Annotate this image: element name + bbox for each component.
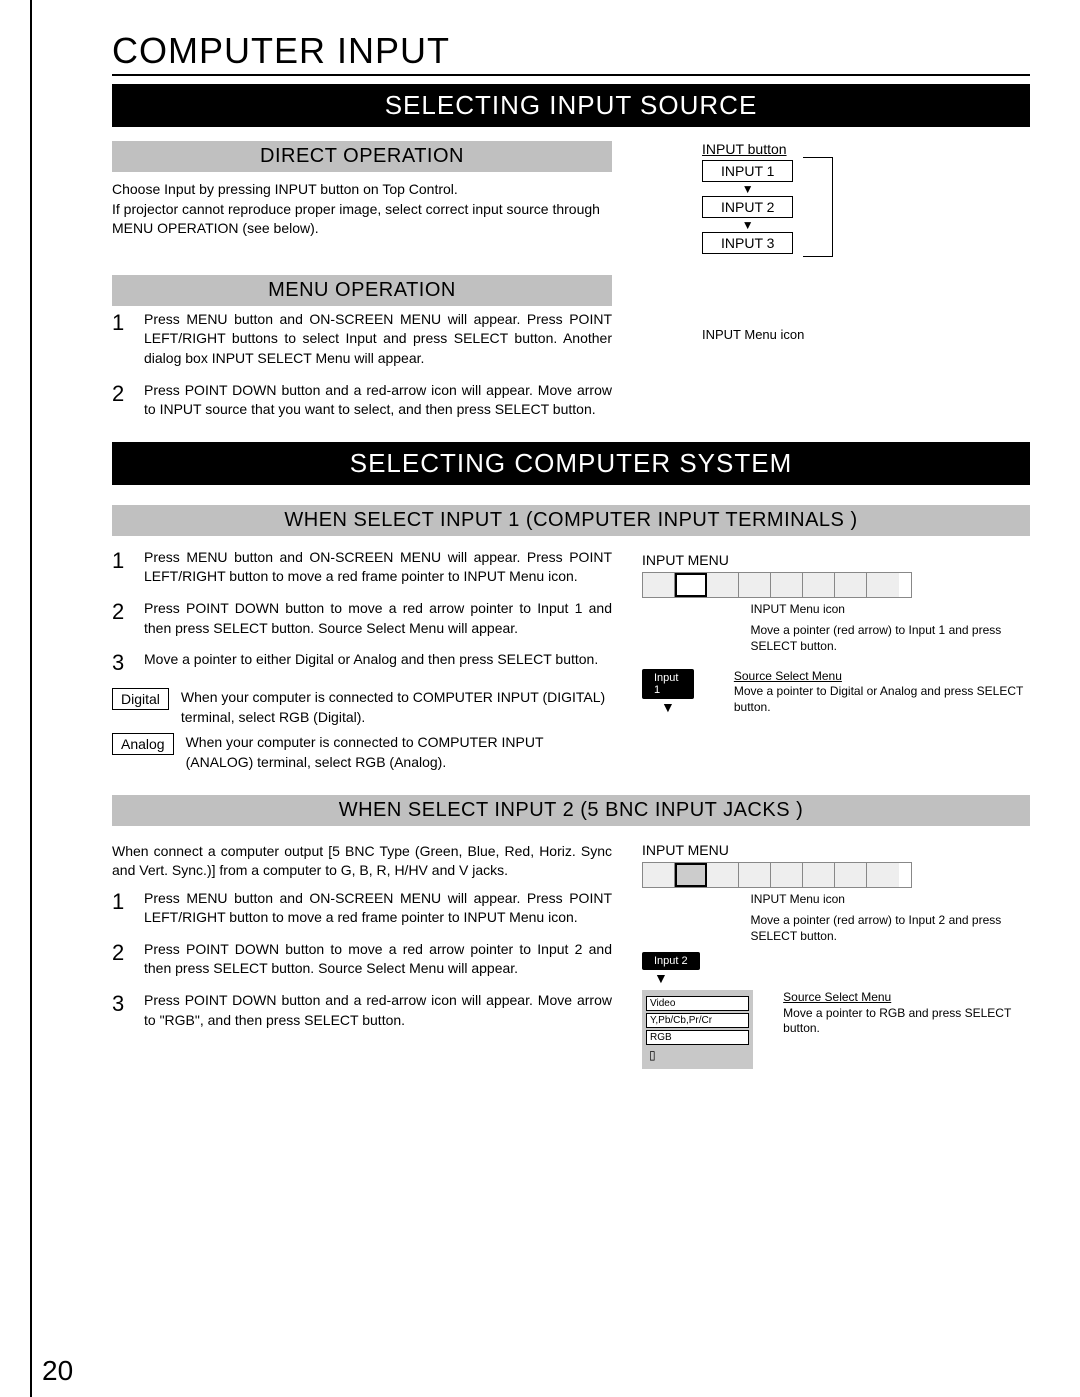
option-digital-text: When your computer is connected to COMPU…: [181, 688, 612, 727]
section-selecting-computer-system: SELECTING COMPUTER SYSTEM: [112, 442, 1030, 485]
step-2: 2Press POINT DOWN button and a red-arrow…: [112, 381, 612, 420]
source-select-note: Move a pointer to RGB and press SELECT b…: [783, 1006, 1030, 1037]
submenu-item: Video: [646, 996, 749, 1011]
input-1-box: INPUT 1: [702, 160, 793, 182]
direct-operation-col: DIRECT OPERATION Choose Input by pressin…: [112, 141, 612, 432]
input2-intro: When connect a computer output [5 BNC Ty…: [112, 842, 612, 881]
option-analog-label: Analog: [112, 733, 174, 755]
chevron-down-icon: ▼: [654, 970, 1030, 986]
input2-steps: 1Press MENU button and ON-SCREEN MENU wi…: [112, 889, 612, 1031]
step-2: 2Press POINT DOWN button to move a red a…: [112, 599, 612, 638]
input2-diagram: INPUT MENU INPUT Menu icon Move a pointe…: [642, 842, 1030, 1070]
source-select-menu-label: Source Select Menu: [734, 669, 1030, 685]
pointer-note: Move a pointer (red arrow) to Input 2 an…: [750, 913, 1030, 944]
input2-steps-col: When connect a computer output [5 BNC Ty…: [112, 834, 612, 1070]
input-2-box: INPUT 2: [702, 196, 793, 218]
submenu-item: Y,Pb/Cb,Pr/Cr: [646, 1013, 749, 1028]
chevron-down-icon: ▼: [742, 185, 754, 193]
step-3: 3Move a pointer to either Digital or Ana…: [112, 650, 612, 676]
source-select-submenu: Video Y,Pb/Cb,Pr/Cr RGB ▯: [642, 990, 753, 1069]
heading-menu-operation: MENU OPERATION: [112, 275, 612, 306]
step-1: 1Press MENU button and ON-SCREEN MENU wi…: [112, 310, 612, 369]
submenu-item: RGB: [646, 1030, 749, 1045]
input2-tab: Input 2: [642, 952, 700, 970]
menu-bar: [642, 862, 912, 888]
input-menu-icon-caption: INPUT Menu icon: [702, 327, 1030, 342]
option-analog-text: When your computer is connected to COMPU…: [186, 733, 612, 772]
cycle-bracket: [803, 157, 833, 257]
step-2: 2Press POINT DOWN button to move a red a…: [112, 940, 612, 979]
pointer-note: Move a pointer (red arrow) to Input 1 an…: [750, 623, 1030, 654]
input-menu-icon-note: INPUT Menu icon: [750, 602, 1030, 618]
input-button-diagram-col: INPUT button INPUT 1 ▼ INPUT 2 ▼ INPUT 3…: [642, 141, 1030, 432]
title-rule: [112, 74, 1030, 76]
direct-operation-text: Choose Input by pressing INPUT button on…: [112, 180, 612, 239]
heading-when-select-input-1: WHEN SELECT INPUT 1 (COMPUTER INPUT TERM…: [112, 505, 1030, 536]
input-menu-title: INPUT MENU: [642, 552, 1030, 568]
input-3-box: INPUT 3: [702, 232, 793, 254]
chevron-down-icon: ▼: [742, 221, 754, 229]
input1-tab: Input 1: [642, 669, 694, 699]
input-cycle-diagram: INPUT 1 ▼ INPUT 2 ▼ INPUT 3: [702, 157, 793, 257]
step-1: 1Press MENU button and ON-SCREEN MENU wi…: [112, 548, 612, 587]
option-digital-label: Digital: [112, 688, 169, 710]
input1-diagram: INPUT MENU INPUT Menu icon Move a pointe…: [642, 552, 1030, 779]
heading-direct-operation: DIRECT OPERATION: [112, 141, 612, 172]
option-digital-row: Digital When your computer is connected …: [112, 688, 612, 727]
page-title: COMPUTER INPUT: [112, 30, 1030, 72]
input-menu-icon-note: INPUT Menu icon: [750, 892, 1030, 908]
section-selecting-input-source: SELECTING INPUT SOURCE: [112, 84, 1030, 127]
menu-bar: [642, 572, 912, 598]
menu-operation-steps: 1Press MENU button and ON-SCREEN MENU wi…: [112, 310, 612, 420]
chevron-down-icon: ▼: [642, 699, 694, 715]
input-menu-title: INPUT MENU: [642, 842, 1030, 858]
input1-steps-col: 1Press MENU button and ON-SCREEN MENU wi…: [112, 544, 612, 779]
step-3: 3Press POINT DOWN button and a red-arrow…: [112, 991, 612, 1030]
source-select-note: Move a pointer to Digital or Analog and …: [734, 684, 1030, 715]
page-number: 20: [42, 1355, 73, 1387]
heading-when-select-input-2: WHEN SELECT INPUT 2 (5 BNC INPUT JACKS ): [112, 795, 1030, 826]
input1-steps: 1Press MENU button and ON-SCREEN MENU wi…: [112, 548, 612, 676]
input-button-label: INPUT button: [702, 141, 1030, 157]
source-select-menu-label: Source Select Menu: [783, 990, 1030, 1006]
page: COMPUTER INPUT SELECTING INPUT SOURCE DI…: [30, 0, 1080, 1397]
step-1: 1Press MENU button and ON-SCREEN MENU wi…: [112, 889, 612, 928]
option-analog-row: Analog When your computer is connected t…: [112, 733, 612, 772]
